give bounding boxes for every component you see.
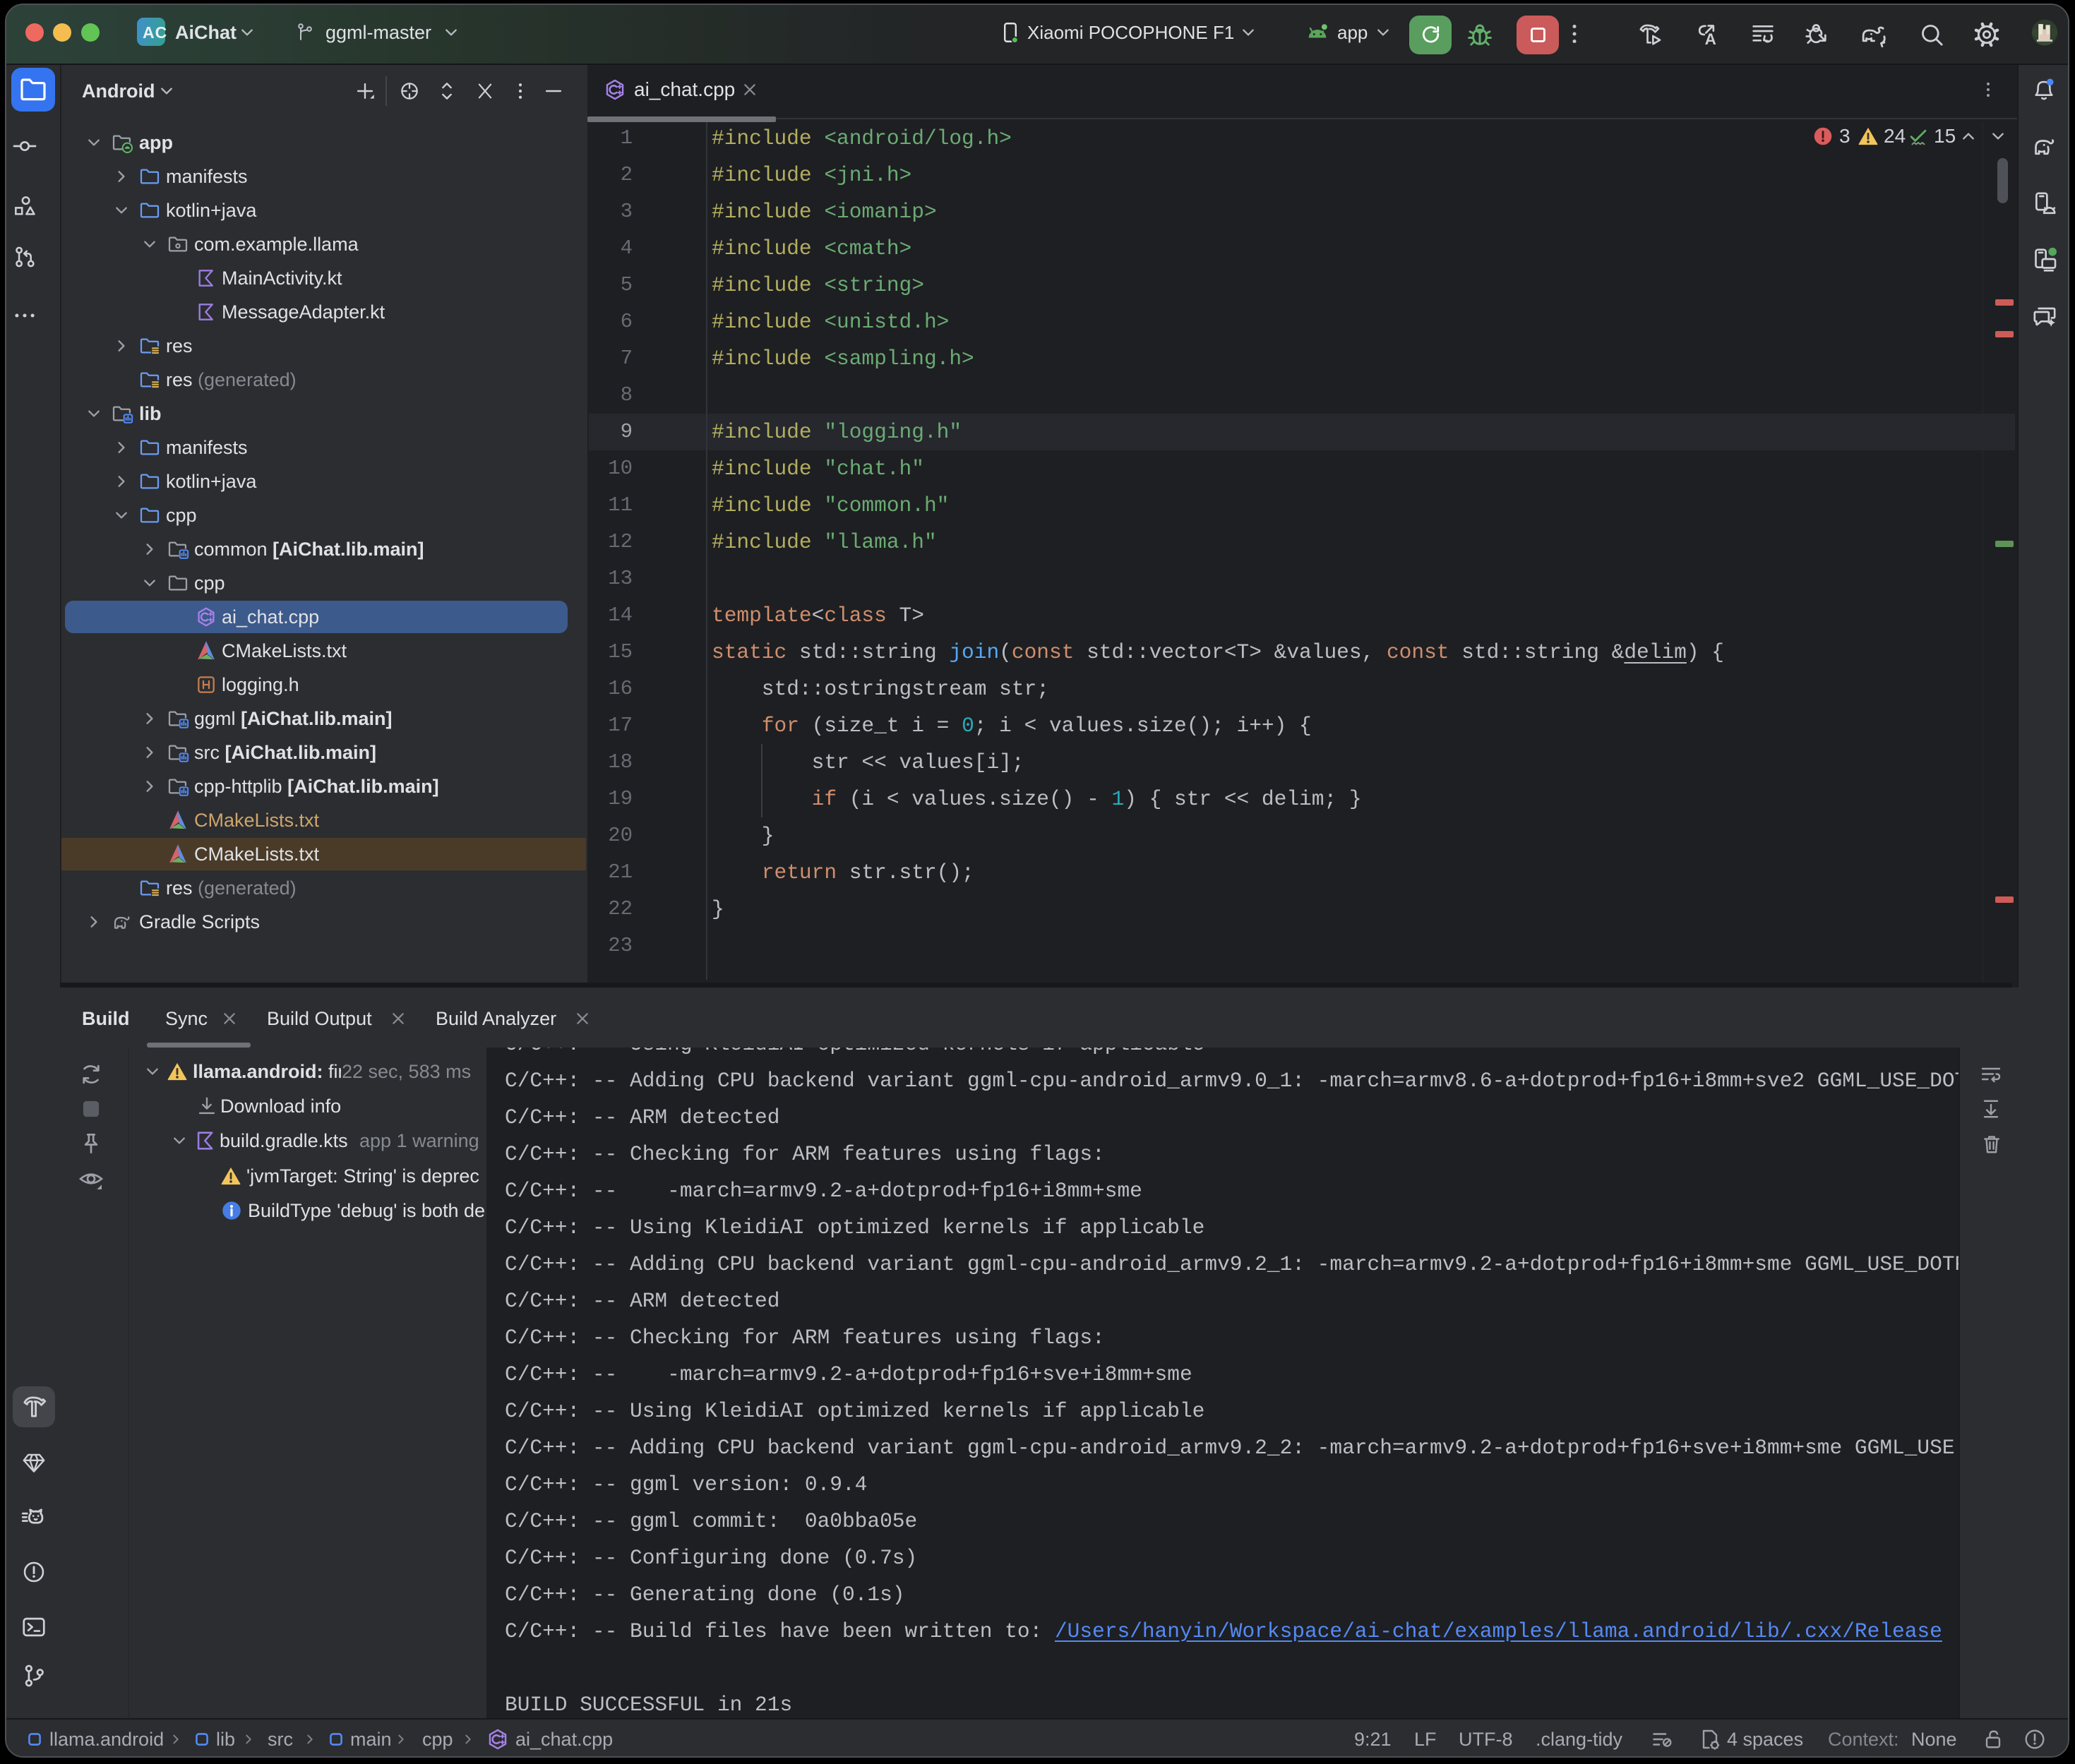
svg-text:A: A [1705,30,1716,48]
